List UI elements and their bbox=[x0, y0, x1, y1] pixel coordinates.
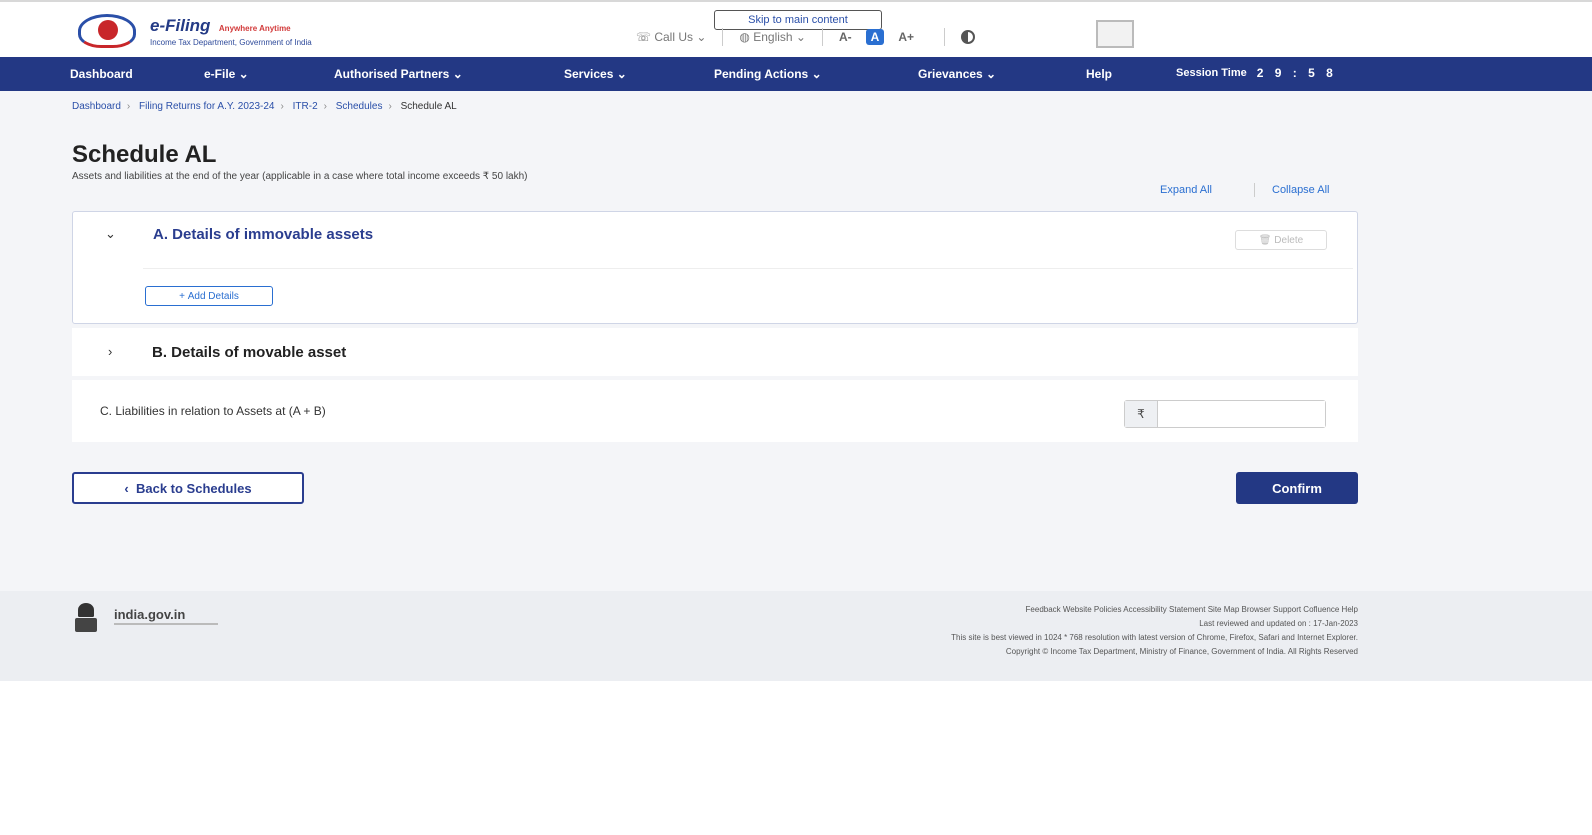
logo-title: e-Filing bbox=[150, 15, 211, 35]
liabilities-amount-field[interactable]: ₹ bbox=[1124, 400, 1326, 428]
user-avatar[interactable] bbox=[1096, 20, 1134, 48]
efiling-emblem-icon bbox=[72, 14, 144, 48]
chevron-right-icon[interactable]: › bbox=[108, 344, 112, 359]
main-content: Dashboard › Filing Returns for A.Y. 2023-… bbox=[0, 91, 1592, 591]
india-gov-link[interactable]: india.gov.in bbox=[114, 607, 185, 622]
chevron-down-icon: ⌄ bbox=[792, 30, 806, 44]
call-us-dropdown[interactable]: ☏ Call Us ⌄ bbox=[636, 30, 706, 44]
nav-dashboard[interactable]: Dashboard bbox=[70, 67, 133, 81]
confirm-button[interactable]: Confirm bbox=[1236, 472, 1358, 504]
breadcrumb-dashboard[interactable]: Dashboard bbox=[72, 101, 121, 112]
session-time-label: Session Time bbox=[1176, 67, 1247, 79]
nav-authorised-partners[interactable]: Authorised Partners ⌄ bbox=[334, 67, 463, 81]
add-details-button[interactable]: + Add Details bbox=[145, 286, 273, 306]
header-tools: ☏ Call Us ⌄ ◍ English ⌄ A- A A+ bbox=[636, 28, 975, 46]
session-timer: Session Time 2 9 : 5 8 bbox=[1176, 66, 1337, 80]
call-us-label: Call Us bbox=[654, 30, 694, 44]
main-navigation: Dashboard e-File ⌄ Authorised Partners ⌄… bbox=[0, 57, 1592, 91]
page-title: Schedule AL bbox=[72, 141, 217, 168]
font-increase-button[interactable]: A+ bbox=[898, 30, 914, 44]
liabilities-label: C. Liabilities in relation to Assets at … bbox=[100, 404, 326, 418]
plus-icon: + bbox=[179, 290, 188, 302]
section-immovable-assets: ⌄ A. Details of immovable assets 🗑 Delet… bbox=[72, 211, 1358, 324]
session-time-value: 2 9 : 5 8 bbox=[1256, 66, 1337, 80]
top-header: e-Filing Anywhere Anytime Income Tax Dep… bbox=[0, 0, 1592, 57]
expand-all-link[interactable]: Expand All bbox=[1160, 184, 1212, 196]
breadcrumb: Dashboard › Filing Returns for A.Y. 2023-… bbox=[72, 101, 457, 112]
section-liabilities: C. Liabilities in relation to Assets at … bbox=[72, 380, 1358, 442]
skip-to-main-content-link[interactable]: Skip to main content bbox=[714, 10, 882, 30]
logo-subtitle: Income Tax Department, Government of Ind… bbox=[150, 37, 312, 47]
phone-icon: ☏ bbox=[636, 30, 655, 44]
section-a-title[interactable]: A. Details of immovable assets bbox=[153, 226, 373, 243]
footer-copyright: Copyright © Income Tax Department, Minis… bbox=[1005, 647, 1358, 656]
chevron-left-icon: ‹ bbox=[124, 480, 136, 496]
section-b-title[interactable]: B. Details of movable asset bbox=[152, 344, 346, 361]
logo-tagline: Anywhere Anytime bbox=[218, 23, 291, 33]
footer-resolution-note: This site is best viewed in 1024 * 768 r… bbox=[951, 633, 1358, 642]
liabilities-amount-input[interactable] bbox=[1158, 401, 1325, 427]
footer-links[interactable]: Feedback Website Policies Accessibility … bbox=[1026, 605, 1358, 614]
nav-pending-actions[interactable]: Pending Actions ⌄ bbox=[714, 67, 822, 81]
rupee-icon: ₹ bbox=[1125, 401, 1158, 427]
font-normal-button[interactable]: A bbox=[865, 29, 885, 45]
breadcrumb-schedules[interactable]: Schedules bbox=[336, 101, 383, 112]
collapse-all-link[interactable]: Collapse All bbox=[1272, 184, 1329, 196]
chevron-down-icon[interactable]: ⌄ bbox=[105, 226, 116, 242]
footer-last-reviewed: Last reviewed and updated on : 17-Jan-20… bbox=[1199, 619, 1358, 628]
footer: india.gov.in Feedback Website Policies A… bbox=[0, 591, 1592, 681]
font-decrease-button[interactable]: A- bbox=[839, 30, 852, 44]
back-to-schedules-button[interactable]: ‹ Back to Schedules bbox=[72, 472, 304, 504]
nav-help[interactable]: Help bbox=[1086, 67, 1112, 81]
nav-services[interactable]: Services ⌄ bbox=[564, 67, 627, 81]
national-emblem-icon bbox=[74, 603, 98, 633]
nav-efile[interactable]: e-File ⌄ bbox=[204, 67, 249, 81]
delete-button[interactable]: 🗑 Delete bbox=[1235, 230, 1327, 250]
nav-grievances[interactable]: Grievances ⌄ bbox=[918, 67, 996, 81]
efiling-logo[interactable]: e-Filing Anywhere Anytime Income Tax Dep… bbox=[72, 14, 312, 48]
breadcrumb-filing-returns[interactable]: Filing Returns for A.Y. 2023-24 bbox=[139, 101, 274, 112]
trash-icon: 🗑 bbox=[1258, 234, 1275, 246]
chevron-down-icon: ⌄ bbox=[693, 30, 707, 44]
page-subtitle: Assets and liabilities at the end of the… bbox=[72, 171, 528, 182]
breadcrumb-current: Schedule AL bbox=[400, 101, 457, 112]
section-movable-asset[interactable]: › B. Details of movable asset bbox=[72, 328, 1358, 376]
language-label: English bbox=[753, 30, 793, 44]
contrast-toggle-icon[interactable] bbox=[961, 30, 975, 44]
language-selector[interactable]: ◍ English ⌄ bbox=[739, 30, 806, 44]
globe-icon: ◍ bbox=[739, 30, 754, 44]
breadcrumb-itr2[interactable]: ITR-2 bbox=[293, 101, 318, 112]
